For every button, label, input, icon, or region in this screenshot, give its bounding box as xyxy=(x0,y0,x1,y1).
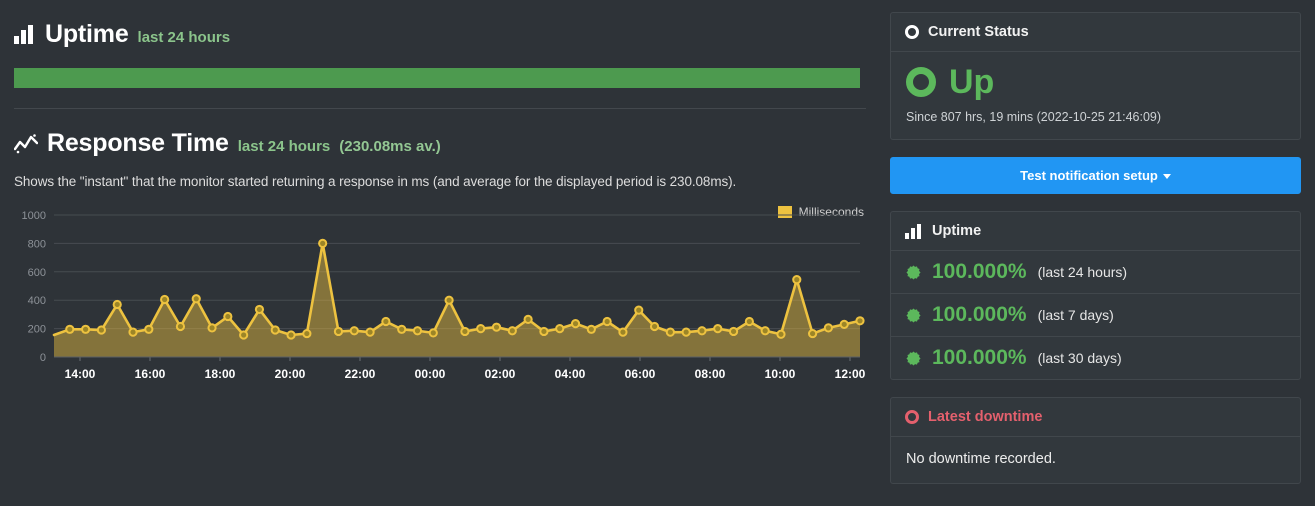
list-item: 100.000% (last 7 days) xyxy=(891,294,1300,337)
latest-downtime-header-title: Latest downtime xyxy=(928,409,1043,425)
svg-text:600: 600 xyxy=(28,267,46,279)
page-root: Uptime last 24 hours Response Time last … xyxy=(0,0,1315,506)
svg-text:800: 800 xyxy=(28,238,46,250)
chevron-down-icon xyxy=(1162,174,1171,180)
response-time-description: Shows the "instant" that the monitor sta… xyxy=(14,174,737,189)
svg-text:20:00: 20:00 xyxy=(275,367,306,381)
svg-text:22:00: 22:00 xyxy=(345,367,376,381)
starburst-icon xyxy=(906,307,921,323)
list-item: 100.000% (last 24 hours) xyxy=(891,251,1300,294)
uptime-period: (last 30 days) xyxy=(1037,350,1122,366)
svg-text:400: 400 xyxy=(28,295,46,307)
svg-text:16:00: 16:00 xyxy=(135,367,166,381)
svg-text:04:00: 04:00 xyxy=(555,367,586,381)
uptime-bar-fill xyxy=(14,68,860,88)
svg-text:0: 0 xyxy=(40,352,46,364)
svg-text:08:00: 08:00 xyxy=(695,367,726,381)
uptime-percent: 100.000% xyxy=(932,260,1027,283)
uptime-heading: Uptime last 24 hours xyxy=(14,20,860,49)
uptime-percent: 100.000% xyxy=(932,346,1027,369)
uptime-panel: Uptime 100.000% (last 24 hours) 100.000%… xyxy=(890,211,1301,380)
circle-dot-icon xyxy=(905,25,919,39)
latest-downtime-body: No downtime recorded. xyxy=(891,437,1300,483)
bar-chart-icon xyxy=(14,25,36,44)
svg-text:00:00: 00:00 xyxy=(415,367,446,381)
test-notification-setup-label: Test notification setup xyxy=(1020,168,1158,183)
response-time-heading: Response Time last 24 hours (230.08ms av… xyxy=(13,129,860,158)
latest-downtime-panel: Latest downtime No downtime recorded. xyxy=(890,397,1301,484)
starburst-icon xyxy=(906,264,921,280)
svg-text:200: 200 xyxy=(28,324,46,336)
status-row: Up xyxy=(906,65,1285,99)
uptime-panel-header-title: Uptime xyxy=(932,223,982,239)
current-status-body: Up Since 807 hrs, 19 mins (2022-10-25 21… xyxy=(891,52,1300,139)
svg-text:1000: 1000 xyxy=(22,210,46,222)
main-content: Uptime last 24 hours Response Time last … xyxy=(0,0,880,506)
uptime-period: (last 24 hours) xyxy=(1037,264,1128,280)
divider xyxy=(14,108,866,109)
latest-downtime-text: No downtime recorded. xyxy=(906,451,1056,467)
svg-text:02:00: 02:00 xyxy=(485,367,516,381)
status-circle-dot-icon xyxy=(906,67,936,97)
uptime-subtitle: last 24 hours xyxy=(137,29,231,46)
list-item: 100.000% (last 30 days) xyxy=(891,337,1300,379)
chart-canvas: 0 200 400 600 800 1000 14:00 16:00 18:00 20:00 22:… xyxy=(22,210,866,381)
status-badge: Up xyxy=(949,63,995,101)
response-time-chart[interactable]: Milliseconds 0 200 400 600 800 1000 14:00 16:00… xyxy=(14,201,866,386)
uptime-panel-header: Uptime xyxy=(891,212,1300,251)
svg-text:18:00: 18:00 xyxy=(205,367,236,381)
test-notification-setup-button[interactable]: Test notification setup xyxy=(890,157,1301,194)
latest-downtime-header: Latest downtime xyxy=(891,398,1300,437)
svg-text:10:00: 10:00 xyxy=(765,367,796,381)
bar-chart-icon xyxy=(905,223,923,239)
uptime-percent: 100.000% xyxy=(932,303,1027,326)
circle-dot-icon xyxy=(905,410,919,424)
sidebar: Current Status Up Since 807 hrs, 19 mins… xyxy=(890,12,1301,501)
response-time-title: Response Time xyxy=(47,129,229,157)
uptime-title: Uptime xyxy=(45,20,129,48)
starburst-icon xyxy=(906,350,921,366)
status-since-text: Since 807 hrs, 19 mins (2022-10-25 21:46… xyxy=(906,110,1162,124)
uptime-list: 100.000% (last 24 hours) 100.000% (last … xyxy=(891,251,1300,379)
svg-text:14:00: 14:00 xyxy=(65,367,96,381)
current-status-header: Current Status xyxy=(891,13,1300,52)
current-status-header-title: Current Status xyxy=(928,24,1029,40)
current-status-panel: Current Status Up Since 807 hrs, 19 mins… xyxy=(890,12,1301,140)
svg-text:06:00: 06:00 xyxy=(625,367,656,381)
uptime-period: (last 7 days) xyxy=(1037,307,1114,323)
svg-text:12:00: 12:00 xyxy=(835,367,866,381)
response-time-average: (230.08ms av.) xyxy=(339,138,441,155)
response-time-subtitle: last 24 hours xyxy=(237,138,331,155)
line-chart-icon xyxy=(13,133,39,154)
uptime-bar-track[interactable] xyxy=(14,68,860,88)
